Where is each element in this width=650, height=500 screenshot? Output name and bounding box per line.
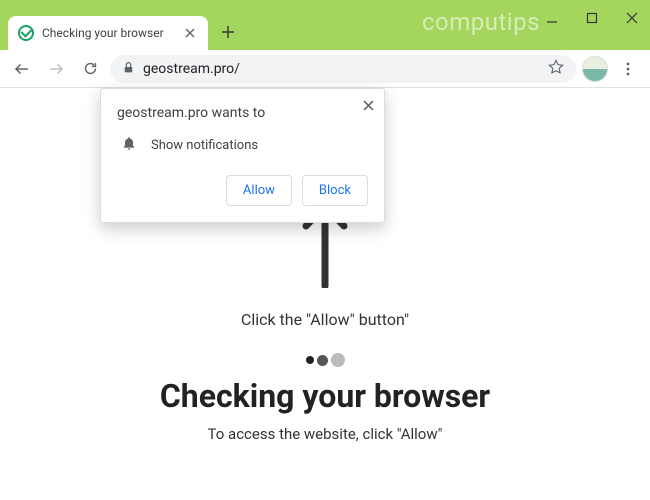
maximize-button[interactable] (578, 4, 606, 32)
bell-icon (121, 135, 137, 155)
profile-avatar[interactable] (582, 56, 608, 82)
loading-spinner (306, 353, 345, 367)
arrow-right-icon (47, 60, 65, 78)
checkmark-favicon-icon (18, 25, 34, 41)
spinner-dot-icon (306, 356, 314, 364)
reload-icon (82, 60, 99, 77)
back-button[interactable] (8, 55, 36, 83)
close-icon (363, 100, 374, 111)
permission-row: Show notifications (117, 135, 368, 155)
forward-button[interactable] (42, 55, 70, 83)
reload-button[interactable] (76, 55, 104, 83)
arrow-left-icon (13, 60, 31, 78)
lock-icon (122, 59, 135, 78)
close-icon (185, 28, 195, 38)
bookmark-button[interactable] (548, 59, 564, 79)
watermark-text: computips (422, 8, 540, 36)
plus-icon (221, 25, 235, 39)
kebab-menu-icon (620, 61, 636, 77)
allow-button[interactable]: Allow (226, 175, 292, 206)
dialog-close-button[interactable] (363, 99, 374, 115)
permission-label: Show notifications (151, 138, 258, 153)
url-text: geostream.pro/ (143, 61, 540, 77)
dialog-title: geostream.pro wants to (117, 105, 368, 121)
close-icon (626, 12, 638, 24)
browser-titlebar: Checking your browser computips (0, 0, 650, 50)
star-icon (548, 59, 564, 75)
spinner-dot-icon (317, 355, 328, 366)
spinner-dot-icon (331, 353, 345, 367)
browser-toolbar: geostream.pro/ (0, 50, 650, 88)
instruction-text-1: Click the "Allow" button" (241, 310, 409, 329)
dialog-buttons: Allow Block (117, 175, 368, 206)
address-bar[interactable]: geostream.pro/ (110, 55, 576, 83)
notification-permission-dialog: geostream.pro wants to Show notification… (100, 88, 385, 223)
page-content: geostream.pro wants to Show notification… (0, 88, 650, 500)
maximize-icon (586, 12, 598, 24)
browser-menu-button[interactable] (614, 55, 642, 83)
window-controls (538, 4, 646, 32)
window-close-button[interactable] (618, 4, 646, 32)
tab-close-button[interactable] (182, 25, 198, 41)
instruction-text-2: To access the website, click "Allow" (208, 425, 443, 443)
new-tab-button[interactable] (214, 18, 242, 46)
block-button[interactable]: Block (302, 175, 368, 206)
browser-tab[interactable]: Checking your browser (8, 16, 208, 50)
page-heading: Checking your browser (160, 377, 490, 415)
tab-title: Checking your browser (42, 26, 182, 40)
minimize-icon (546, 12, 558, 24)
minimize-button[interactable] (538, 4, 566, 32)
